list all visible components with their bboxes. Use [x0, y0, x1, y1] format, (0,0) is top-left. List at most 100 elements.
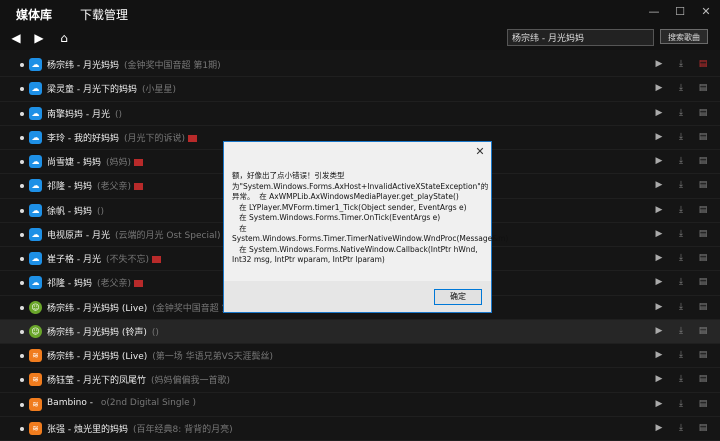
separator: -: [74, 376, 83, 387]
song-row[interactable]: ≋ 杨钰莹 - 月光下的凤尾竹 (妈妈偏偏我一首歌) ▶ ⤓ ▤: [0, 368, 720, 393]
song-row[interactable]: ☁ 南擎妈妈 - 月光 () ▶ ⤓ ▤: [0, 102, 720, 126]
delete-icon[interactable]: ▤: [698, 179, 708, 191]
delete-icon[interactable]: ▤: [698, 398, 708, 410]
play-icon[interactable]: ▶: [654, 82, 664, 94]
download-icon[interactable]: ⤓: [676, 82, 686, 94]
song-row[interactable]: ≋ 杨宗纬 - 月光妈妈 (Live) (第一场 华语兄弟VS天涯鬓丝) ▶ ⤓ ▤: [0, 344, 720, 369]
play-icon[interactable]: ▶: [654, 252, 664, 264]
play-icon[interactable]: ▶: [654, 107, 664, 119]
artist-name: 崔子格: [47, 255, 75, 265]
source-icon: ≋: [29, 421, 42, 435]
download-icon[interactable]: ⤓: [676, 398, 686, 410]
home-icon[interactable]: ⌂: [56, 30, 72, 46]
play-icon[interactable]: ▶: [654, 301, 664, 313]
search-input[interactable]: [507, 29, 654, 46]
download-icon[interactable]: ⤓: [676, 373, 686, 385]
song-title: 烛光里的妈妈: [74, 424, 129, 435]
download-icon[interactable]: ⤓: [676, 276, 686, 288]
delete-icon[interactable]: ▤: [698, 131, 708, 143]
separator: -: [83, 109, 92, 120]
download-icon[interactable]: ⤓: [676, 179, 686, 191]
close-icon[interactable]: ✕: [469, 142, 491, 162]
play-icon[interactable]: ▶: [654, 325, 664, 337]
close-icon[interactable]: ✕: [700, 6, 712, 18]
ok-button[interactable]: 确定: [434, 289, 482, 305]
song-title: 我的好妈妈: [74, 133, 120, 144]
arrow-right-icon[interactable]: ▶: [31, 30, 47, 46]
song-info: 杨宗纬 - 月光妈妈 (Live) (金钟奖中国音超 第1期): [47, 301, 249, 314]
play-icon[interactable]: ▶: [654, 228, 664, 240]
song-title: 月光: [92, 230, 111, 241]
download-icon[interactable]: ⤓: [676, 422, 686, 434]
song-row[interactable]: ☁ 梁灵童 - 月光下的妈妈 (小星星) ▶ ⤓ ▤: [0, 77, 720, 102]
artist-name: 张强: [47, 424, 66, 435]
album-name: (妈妈偏偏我一首歌): [151, 376, 231, 387]
delete-icon[interactable]: ▤: [698, 228, 708, 240]
song-row[interactable]: ≋ 张强 - 烛光里的妈妈 (百年经典8: 背背的月亮) ▶ ⤓ ▤: [0, 417, 720, 441]
play-icon[interactable]: ▶: [654, 204, 664, 216]
play-icon[interactable]: ▶: [654, 276, 664, 288]
delete-icon[interactable]: ▤: [698, 276, 708, 288]
delete-icon[interactable]: ▤: [698, 58, 708, 70]
delete-icon[interactable]: ▤: [698, 422, 708, 434]
artist-name: 李玲: [47, 133, 66, 144]
play-icon[interactable]: ▶: [654, 422, 664, 434]
download-icon[interactable]: ⤓: [676, 252, 686, 264]
minimize-icon[interactable]: —: [648, 6, 660, 18]
play-icon[interactable]: ▶: [654, 131, 664, 143]
song-info: 杨宗纬 - 月光妈妈 (金钟奖中国音超 第1期): [47, 58, 221, 71]
delete-icon[interactable]: ▤: [698, 155, 708, 167]
delete-icon[interactable]: ▤: [698, 349, 708, 361]
separator: -: [74, 352, 83, 362]
download-icon[interactable]: ⤓: [676, 107, 686, 119]
song-title: 月光: [92, 109, 111, 120]
song-title: 月光妈妈 (Live): [83, 303, 148, 314]
delete-icon[interactable]: ▤: [698, 373, 708, 385]
song-row[interactable]: ≋ Bambino - o(2nd Digital Single ) ▶ ⤓ ▤: [0, 393, 720, 417]
separator: -: [74, 61, 83, 71]
download-icon[interactable]: ⤓: [676, 349, 686, 361]
delete-icon[interactable]: ▤: [698, 82, 708, 94]
play-icon[interactable]: ▶: [654, 155, 664, 167]
download-icon[interactable]: ⤓: [676, 301, 686, 313]
play-icon[interactable]: ▶: [654, 398, 664, 410]
download-icon[interactable]: ⤓: [676, 131, 686, 143]
delete-icon[interactable]: ▤: [698, 107, 708, 119]
download-manager-title[interactable]: 下载管理: [80, 6, 128, 23]
app-title: 媒体库: [16, 8, 53, 22]
song-title: 月光妈妈: [83, 61, 120, 71]
album-name: (不失不忘): [106, 255, 150, 265]
album-name: (小星星): [142, 85, 177, 96]
search-button[interactable]: 搜索歌曲: [660, 29, 708, 44]
download-icon[interactable]: ⤓: [676, 204, 686, 216]
source-icon: ☁: [29, 106, 42, 120]
bullet-dot: [20, 426, 24, 431]
row-actions: ▶ ⤓ ▤: [654, 349, 708, 361]
separator: -: [83, 230, 92, 241]
play-icon[interactable]: ▶: [654, 373, 664, 385]
title-bar: 媒体库 下载管理 — ☐ ✕: [0, 0, 720, 28]
source-icon: ≋: [29, 373, 42, 387]
row-actions: ▶ ⤓ ▤: [654, 204, 708, 216]
song-title: 月光下的妈妈: [83, 85, 138, 96]
delete-icon[interactable]: ▤: [698, 325, 708, 337]
song-row[interactable]: ☺ 杨宗纬 - 月光妈妈 (铃声) () ▶ ⤓ ▤: [0, 319, 720, 344]
row-actions: ▶ ⤓ ▤: [654, 398, 708, 410]
delete-icon[interactable]: ▤: [698, 204, 708, 216]
song-row[interactable]: ☁ 杨宗纬 - 月光妈妈 (金钟奖中国音超 第1期) ▶ ⤓ ▤: [0, 53, 720, 78]
play-icon[interactable]: ▶: [654, 349, 664, 361]
maximize-icon[interactable]: ☐: [674, 6, 686, 18]
download-icon[interactable]: ⤓: [676, 228, 686, 240]
row-actions: ▶ ⤓ ▤: [654, 276, 708, 288]
delete-icon[interactable]: ▤: [698, 301, 708, 313]
album-name: (老父亲): [97, 182, 132, 193]
source-icon: ☺: [29, 324, 42, 338]
download-icon[interactable]: ⤓: [676, 325, 686, 337]
delete-icon[interactable]: ▤: [698, 252, 708, 264]
bullet-dot: [20, 402, 24, 407]
download-icon[interactable]: ⤓: [676, 155, 686, 167]
arrow-left-icon[interactable]: ◀: [8, 30, 24, 46]
play-icon[interactable]: ▶: [654, 179, 664, 191]
download-icon[interactable]: ⤓: [676, 58, 686, 70]
play-icon[interactable]: ▶: [654, 58, 664, 70]
